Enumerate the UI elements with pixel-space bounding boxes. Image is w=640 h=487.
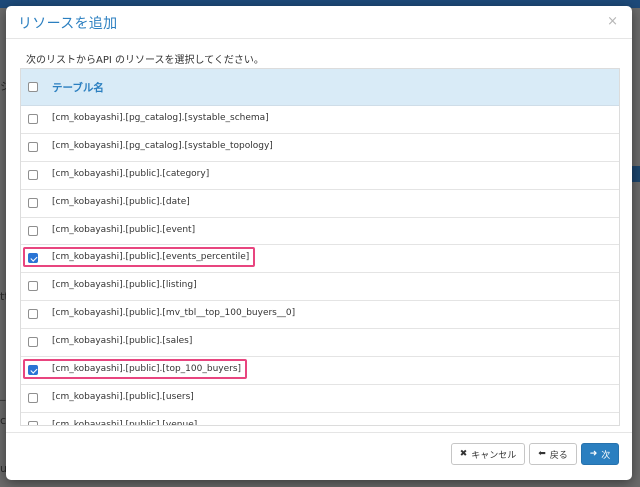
- table-row[interactable]: [cm_kobayashi].[public].[mv_tbl__top_100…: [21, 301, 619, 330]
- table-name-cell: [cm_kobayashi].[public].[category]: [52, 168, 210, 179]
- arrow-left-icon: ⬅: [538, 448, 546, 459]
- instruction-text: 次のリストからAPI のリソースを選択してください。: [26, 55, 264, 66]
- table-name-cell: [cm_kobayashi].[pg_catalog].[systable_to…: [52, 140, 273, 151]
- cancel-button-label: キャンセル: [471, 450, 517, 461]
- table-row[interactable]: [cm_kobayashi].[public].[listing]: [21, 273, 619, 302]
- resource-table: テーブル名 [cm_kobayashi].[pg_catalog].[systa…: [20, 68, 620, 426]
- row-checkbox[interactable]: [28, 114, 38, 124]
- close-icon: ✖: [459, 448, 468, 459]
- row-checkbox[interactable]: [28, 253, 38, 264]
- arrow-right-icon: ➜: [589, 448, 598, 459]
- row-checkbox[interactable]: [28, 281, 38, 292]
- row-checkbox[interactable]: [28, 225, 38, 236]
- row-checkbox[interactable]: [28, 197, 38, 208]
- table-name-cell: [cm_kobayashi].[public].[date]: [52, 196, 190, 207]
- row-checkbox[interactable]: [28, 337, 38, 348]
- cancel-button[interactable]: ✖ キャンセル: [451, 443, 525, 465]
- table-row[interactable]: [cm_kobayashi].[pg_catalog].[systable_sc…: [21, 106, 619, 134]
- table-row[interactable]: [cm_kobayashi].[pg_catalog].[systable_to…: [21, 133, 619, 162]
- add-resource-dialog: リソースを追加 × 次のリストからAPI のリソースを選択してください。 テーブ…: [6, 6, 632, 480]
- select-all-checkbox[interactable]: [28, 82, 38, 92]
- table-name-cell: [cm_kobayashi].[public].[sales]: [52, 336, 193, 347]
- table-name-cell: [cm_kobayashi].[public].[mv_tbl__top_100…: [52, 308, 296, 319]
- row-checkbox[interactable]: [28, 365, 38, 376]
- table-row[interactable]: [cm_kobayashi].[public].[top_100_buyers]: [21, 357, 619, 385]
- table-name-cell: [cm_kobayashi].[public].[listing]: [52, 280, 197, 291]
- back-button-label: 戻る: [549, 450, 568, 461]
- table-row[interactable]: [cm_kobayashi].[public].[category]: [21, 161, 619, 190]
- next-button[interactable]: ➜ 次: [581, 443, 619, 465]
- row-checkbox[interactable]: [28, 420, 38, 425]
- table-header: テーブル名: [21, 69, 619, 106]
- table-row[interactable]: [cm_kobayashi].[public].[event]: [21, 217, 619, 246]
- table-row[interactable]: [cm_kobayashi].[public].[users]: [21, 384, 619, 413]
- back-button[interactable]: ⬅ 戻る: [529, 443, 577, 465]
- column-header-table-name: テーブル名: [52, 82, 104, 94]
- table-row[interactable]: [cm_kobayashi].[public].[sales]: [21, 329, 619, 358]
- close-icon[interactable]: ×: [607, 14, 618, 29]
- next-button-label: 次: [601, 450, 611, 461]
- table-body: [cm_kobayashi].[pg_catalog].[systable_sc…: [21, 106, 619, 426]
- table-name-cell: [cm_kobayashi].[public].[events_percenti…: [52, 252, 250, 263]
- table-row[interactable]: [cm_kobayashi].[public].[date]: [21, 189, 619, 218]
- row-checkbox[interactable]: [28, 141, 38, 152]
- table-name-cell: [cm_kobayashi].[public].[event]: [52, 224, 196, 235]
- table-name-cell: [cm_kobayashi].[public].[top_100_buyers]: [52, 364, 242, 375]
- footer-divider: [6, 432, 632, 433]
- dialog-header: リソースを追加 ×: [6, 6, 632, 39]
- table-name-cell: [cm_kobayashi].[pg_catalog].[systable_sc…: [52, 113, 269, 123]
- table-row[interactable]: [cm_kobayashi].[public].[events_percenti…: [21, 245, 619, 274]
- table-name-cell: [cm_kobayashi].[public].[users]: [52, 391, 194, 402]
- dialog-title: リソースを追加: [18, 16, 118, 32]
- table-row[interactable]: [cm_kobayashi].[public].[venue]: [21, 412, 619, 426]
- row-checkbox[interactable]: [28, 169, 38, 180]
- row-checkbox[interactable]: [28, 309, 38, 320]
- row-checkbox[interactable]: [28, 392, 38, 403]
- table-name-cell: [cm_kobayashi].[public].[venue]: [52, 419, 198, 426]
